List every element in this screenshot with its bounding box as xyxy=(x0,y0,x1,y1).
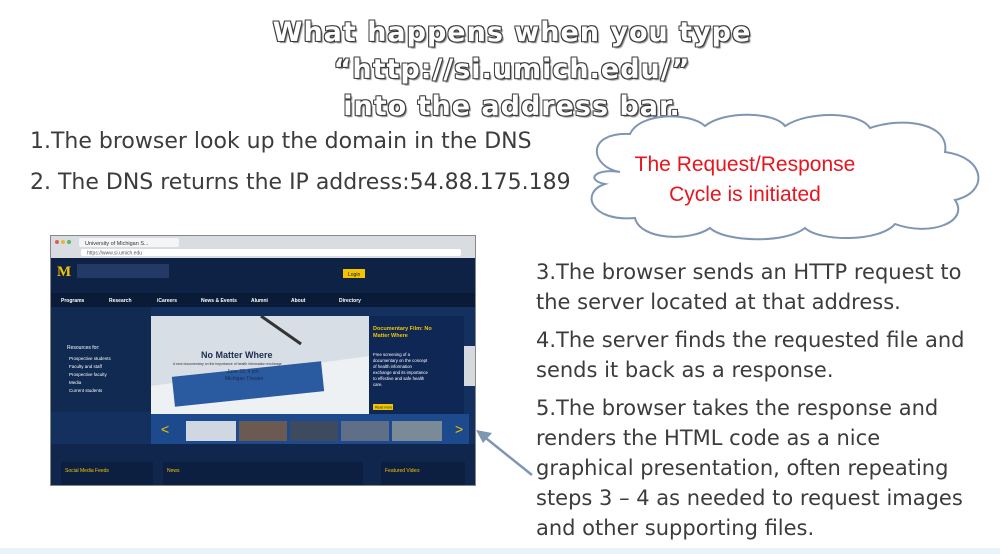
cloud-line-1: The Request/Response xyxy=(634,153,856,176)
step-3: 3.The browser sends an HTTP request to t… xyxy=(536,257,996,317)
news-column xyxy=(163,462,363,485)
step-5: 5.The browser takes the response and ren… xyxy=(536,393,996,543)
step-5-line-1: 5.The browser takes the response and xyxy=(536,396,939,420)
cloud-line-2: Cycle is initiated xyxy=(669,183,821,206)
thumbnail-3 xyxy=(290,421,338,441)
nav-item: About xyxy=(291,298,306,304)
login-label: Login xyxy=(348,272,360,278)
social-heading: Social Media Feeds xyxy=(65,468,109,474)
hero-venue: Michigan Theater xyxy=(225,376,264,382)
bottom-rule xyxy=(0,548,1000,554)
step-4-line-1: 4.The server finds the requested file an… xyxy=(536,328,965,352)
nav-item: Directory xyxy=(339,298,361,304)
resource-item: Prospective students xyxy=(69,356,112,361)
website-screenshot-drawing: University of Michigan S... https://www.… xyxy=(51,236,475,485)
prev-arrow-icon: < xyxy=(161,421,169,437)
step-5-line-2: renders the HTML code as a nice xyxy=(536,426,881,450)
nav-item: News & Events xyxy=(201,298,237,304)
resource-item: Media xyxy=(69,380,82,385)
side-promo-line: Free screening of a xyxy=(373,352,411,357)
window-maximize-icon xyxy=(67,240,71,244)
step-4-line-2: sends it back as a response. xyxy=(536,358,834,382)
resource-item: Current students xyxy=(69,388,103,393)
nav-item: Programs xyxy=(61,298,85,304)
nav-item: iCareers xyxy=(157,298,177,304)
resources-heading: Resources for: xyxy=(67,345,100,351)
website-screenshot: University of Michigan S... https://www.… xyxy=(50,235,476,486)
read-more-label: Read more xyxy=(375,406,392,410)
step-5-line-3: graphical presentation, often repeating xyxy=(536,456,949,480)
side-promo-line: exchange and its importance xyxy=(373,370,429,375)
side-promo-line: of health information xyxy=(373,364,413,369)
umich-m-logo: M xyxy=(57,264,71,280)
window-close-icon xyxy=(55,240,59,244)
thumbnail-5 xyxy=(392,421,442,441)
cloud-text: The Request/Response Cycle is initiated xyxy=(600,150,890,210)
step-3-line-1: 3.The browser sends an HTTP request to xyxy=(536,260,962,284)
browser-tab-label: University of Michigan S... xyxy=(85,241,149,247)
step-3-line-2: the server located at that address. xyxy=(536,290,901,314)
right-steps: 3.The browser sends an HTTP request to t… xyxy=(536,257,996,551)
slide-title: What happens when you type “http://si.um… xyxy=(0,14,1000,125)
side-promo-line: documentary on the concept xyxy=(373,358,428,363)
nav-item: Research xyxy=(109,298,132,304)
address-bar-url: https://www.si.umich.edu xyxy=(87,251,142,257)
title-line-1: What happens when you type xyxy=(272,17,752,48)
hero-subtitle: A new documentary on the importance of h… xyxy=(173,362,282,366)
hero-date: June 29, 4 pm xyxy=(227,369,259,375)
hero-title: No Matter Where xyxy=(201,350,273,360)
thumbnail-1 xyxy=(186,421,236,441)
step-4: 4.The server finds the requested file an… xyxy=(536,325,996,385)
side-promo-line: care. xyxy=(373,382,383,387)
resource-item: Faculty and staff xyxy=(69,364,103,369)
featured-heading: Featured Video: xyxy=(385,468,421,474)
resource-item: Prospective faculty xyxy=(69,372,108,377)
title-line-2: “http://si.umich.edu/” xyxy=(333,54,691,85)
step-5-line-4: steps 3 – 4 as needed to request images xyxy=(536,486,963,510)
side-tab xyxy=(464,346,475,386)
side-promo-title-2: Matter Where xyxy=(373,333,408,339)
step-1: 1.The browser look up the domain in the … xyxy=(30,129,532,154)
thumbnail-2 xyxy=(239,421,287,441)
next-arrow-icon: > xyxy=(455,421,463,437)
thumbnail-4 xyxy=(341,421,389,441)
step-5-line-5: and other supporting files. xyxy=(536,516,815,540)
news-heading: News xyxy=(167,468,180,474)
window-minimize-icon xyxy=(61,240,65,244)
nav-item: Alumni xyxy=(251,298,269,304)
side-promo-title-1: Documentary Film: No xyxy=(373,326,432,332)
step-2: 2. The DNS returns the IP address:54.88.… xyxy=(30,170,571,195)
pointer-arrow xyxy=(476,430,533,476)
side-promo-line: to effective and safe health xyxy=(373,376,425,381)
school-logo-block xyxy=(77,264,169,278)
